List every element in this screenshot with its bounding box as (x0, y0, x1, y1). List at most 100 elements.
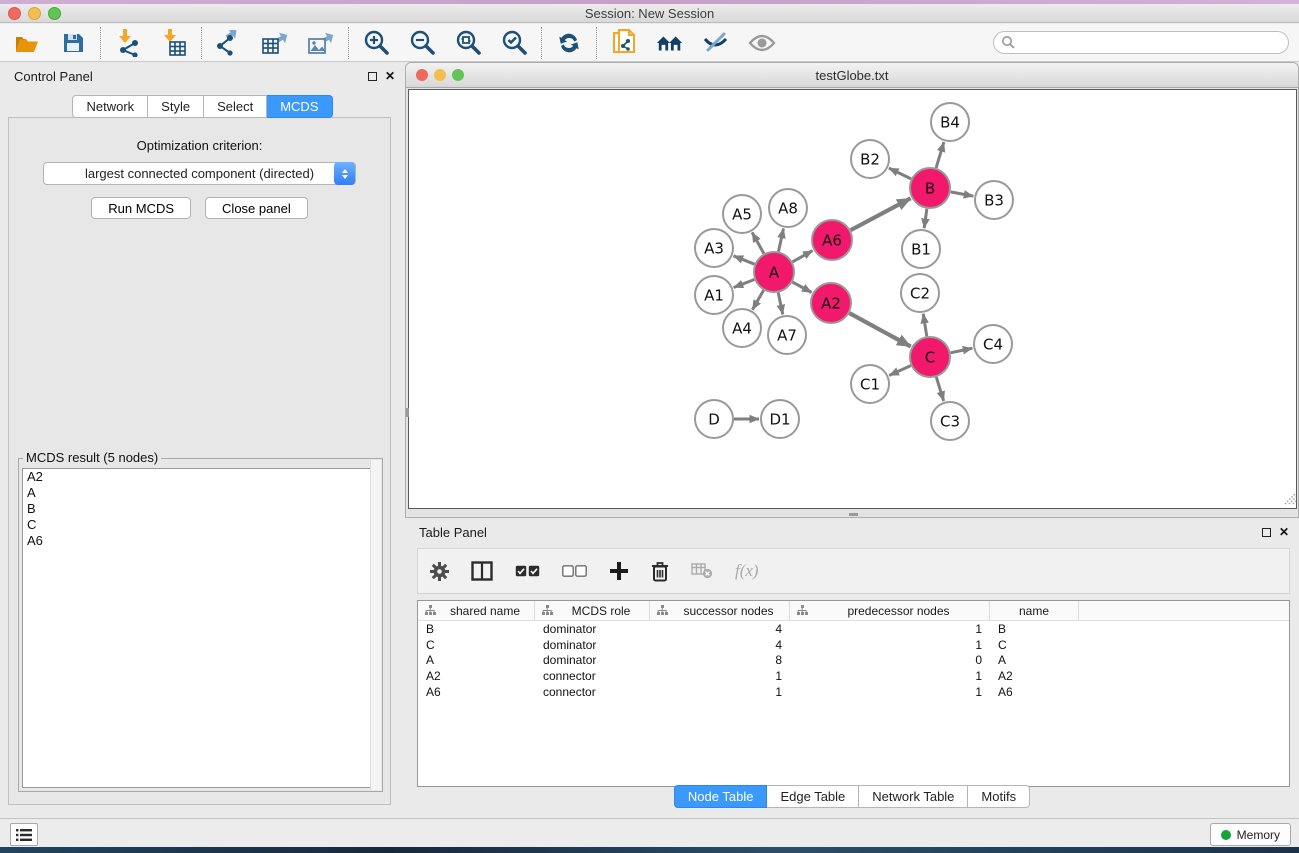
graph-node-A3[interactable]: A3 (695, 229, 733, 267)
tab-network-table[interactable]: Network Table (859, 785, 968, 808)
graph-edge-C-C4[interactable] (951, 348, 973, 353)
tab-select[interactable]: Select (204, 95, 267, 118)
cell-name[interactable]: C (990, 638, 1079, 652)
task-history-button[interactable] (10, 823, 38, 846)
tab-mcds[interactable]: MCDS (267, 95, 332, 118)
export-table-icon[interactable] (261, 29, 289, 57)
graph-edge-B-B3[interactable] (951, 192, 974, 196)
cell-predecessor-nodes[interactable]: 1 (790, 638, 990, 652)
import-table-icon[interactable] (160, 29, 188, 57)
bottom-resize-handle[interactable] (849, 513, 858, 516)
column-header-predecessor-nodes[interactable]: predecessor nodes (790, 601, 990, 620)
cell-name[interactable]: A6 (990, 685, 1079, 699)
select-all-columns-icon[interactable] (515, 565, 540, 577)
graph-node-B2[interactable]: B2 (851, 140, 889, 178)
memory-button[interactable]: Memory (1210, 823, 1291, 846)
column-header-name[interactable]: name (990, 601, 1079, 620)
close-panel-icon[interactable]: ✕ (385, 70, 395, 82)
cell-successor-nodes[interactable]: 1 (650, 685, 790, 699)
search-input[interactable] (993, 31, 1289, 54)
cell-predecessor-nodes[interactable]: 1 (790, 685, 990, 699)
table-row[interactable]: Bdominator41B (418, 621, 1289, 637)
optimization-criterion-select[interactable]: largest connected component (directed) (43, 162, 356, 185)
graph-node-A2[interactable]: A2 (811, 283, 851, 323)
apply-layout-icon[interactable] (555, 29, 583, 57)
column-header-successor-nodes[interactable]: successor nodes (650, 601, 790, 620)
cell-predecessor-nodes[interactable]: 0 (790, 653, 990, 667)
graph-edge-A-A2[interactable] (792, 282, 811, 293)
delete-column-icon[interactable] (651, 561, 669, 582)
tab-motifs[interactable]: Motifs (968, 785, 1030, 808)
graph-edge-C-C2[interactable] (923, 314, 927, 337)
mcds-list-scrollbar[interactable] (370, 460, 381, 790)
graph-edge-B-B4[interactable] (936, 142, 944, 168)
mcds-result-item[interactable]: A2 (23, 469, 378, 485)
graph-node-C3[interactable]: C3 (931, 402, 969, 440)
close-table-panel-icon[interactable]: ✕ (1279, 526, 1289, 538)
graph-node-C4[interactable]: C4 (974, 325, 1012, 363)
column-header-MCDS-role[interactable]: MCDS role (535, 601, 650, 620)
import-network-icon[interactable] (114, 29, 142, 57)
cell-shared-name[interactable]: A2 (418, 669, 535, 683)
mcds-result-item[interactable]: C (23, 517, 378, 533)
network-window-titlebar[interactable]: testGlobe.txt (406, 63, 1298, 88)
graph-node-B4[interactable]: B4 (931, 103, 969, 141)
graph-edge-A6-B[interactable] (851, 198, 911, 230)
graph-edge-A2-C[interactable] (849, 313, 910, 346)
graph-edge-A-A7[interactable] (778, 293, 783, 315)
graph-node-C2[interactable]: C2 (901, 274, 939, 312)
graph-edge-A-A6[interactable] (792, 251, 812, 262)
zoom-in-icon[interactable] (362, 29, 390, 57)
zoom-fit-icon[interactable] (454, 29, 482, 57)
table-row[interactable]: A6connector11A6 (418, 684, 1289, 700)
cell-shared-name[interactable]: B (418, 622, 535, 636)
cell-MCDS-role[interactable]: dominator (535, 622, 650, 636)
graph-edge-A-A1[interactable] (734, 280, 755, 288)
run-mcds-button[interactable]: Run MCDS (91, 197, 191, 219)
float-panel-icon[interactable] (368, 72, 377, 81)
cell-shared-name[interactable]: C (418, 638, 535, 652)
graph-node-B3[interactable]: B3 (975, 181, 1013, 219)
network-zoom-button[interactable] (452, 69, 464, 81)
graph-node-A6[interactable]: A6 (812, 220, 852, 260)
graph-node-A8[interactable]: A8 (769, 189, 807, 227)
open-session-icon[interactable] (13, 29, 41, 57)
cell-name[interactable]: A2 (990, 669, 1079, 683)
cell-successor-nodes[interactable]: 4 (650, 622, 790, 636)
graph-node-C[interactable]: C (910, 337, 950, 377)
graph-node-B[interactable]: B (910, 168, 950, 208)
add-column-icon[interactable] (609, 561, 629, 581)
cell-MCDS-role[interactable]: connector (535, 685, 650, 699)
cell-MCDS-role[interactable]: connector (535, 669, 650, 683)
save-session-icon[interactable] (59, 29, 87, 57)
graph-node-D1[interactable]: D1 (761, 400, 799, 438)
tab-style[interactable]: Style (148, 95, 204, 118)
left-resize-handle[interactable] (406, 408, 409, 417)
export-image-icon[interactable] (307, 29, 335, 57)
cell-MCDS-role[interactable]: dominator (535, 638, 650, 652)
hide-selected-icon[interactable] (702, 29, 730, 57)
mcds-result-item[interactable]: A6 (23, 533, 378, 549)
graph-edge-A-A3[interactable] (734, 256, 755, 264)
resize-grip-icon[interactable] (1283, 491, 1297, 508)
graph-edge-A-A5[interactable] (752, 232, 764, 253)
network-canvas[interactable]: AA1A2A3A4A5A6A7A8BB1B2B3B4CC1C2C3C4DD1 (408, 89, 1297, 509)
graph-edge-B-B1[interactable] (924, 209, 927, 228)
mcds-result-list[interactable]: A2ABCA6 (22, 468, 379, 788)
graph-node-A7[interactable]: A7 (768, 316, 806, 354)
close-panel-button[interactable]: Close panel (205, 197, 308, 219)
network-minimize-button[interactable] (434, 69, 446, 81)
float-table-panel-icon[interactable] (1262, 528, 1271, 537)
tab-node-table[interactable]: Node Table (674, 785, 768, 808)
graph-edge-C-C1[interactable] (889, 366, 911, 376)
deselect-all-columns-icon[interactable] (562, 565, 587, 577)
graph-node-A5[interactable]: A5 (723, 195, 761, 233)
zoom-window-button[interactable] (48, 7, 61, 20)
graph-edge-A-A4[interactable] (752, 290, 763, 310)
cell-successor-nodes[interactable]: 1 (650, 669, 790, 683)
tab-network[interactable]: Network (72, 95, 148, 118)
graph-node-A4[interactable]: A4 (723, 309, 761, 347)
duplicate-network-icon[interactable] (610, 29, 638, 57)
tab-edge-table[interactable]: Edge Table (767, 785, 859, 808)
cell-predecessor-nodes[interactable]: 1 (790, 669, 990, 683)
